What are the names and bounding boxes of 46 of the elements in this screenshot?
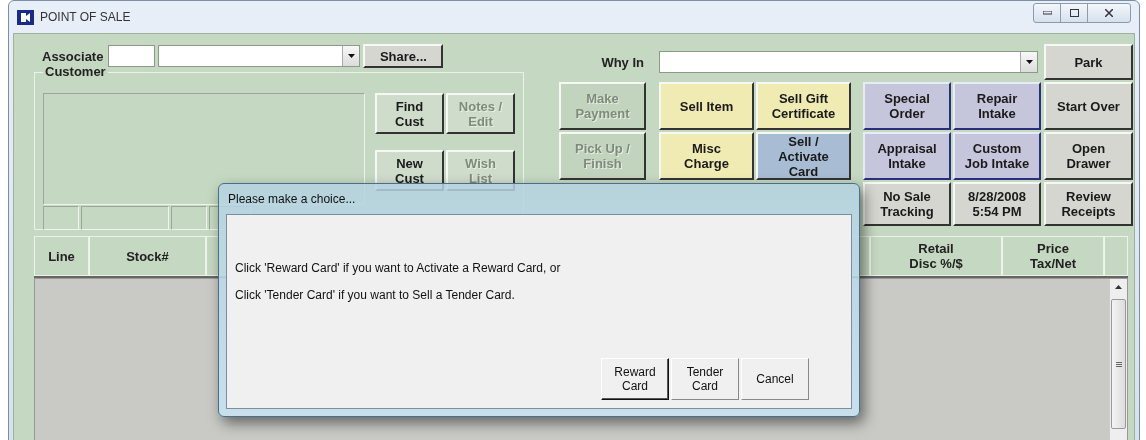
app-logo-icon xyxy=(17,9,34,25)
action-button[interactable]: Repair Intake xyxy=(953,82,1041,130)
side-action-button[interactable]: Open Drawer xyxy=(1044,132,1133,180)
side-action-button[interactable]: Review Receipts xyxy=(1044,182,1133,226)
associate-id-field[interactable] xyxy=(108,45,156,67)
action-button[interactable]: Misc Charge xyxy=(659,132,754,180)
minimize-icon xyxy=(1042,11,1052,15)
action-button[interactable]: Sell Item xyxy=(659,82,754,130)
maximize-button[interactable] xyxy=(1060,3,1088,23)
column-header: Stock# xyxy=(89,236,206,276)
side-action-button[interactable]: Start Over xyxy=(1044,82,1133,130)
action-button[interactable]: Appraisal Intake xyxy=(863,132,951,180)
column-header-blank xyxy=(1104,236,1128,276)
action-button[interactable]: Special Order xyxy=(863,82,951,130)
close-button[interactable] xyxy=(1087,3,1131,23)
column-header: Line xyxy=(34,236,89,276)
customer-status-cell xyxy=(171,206,207,230)
column-header: Price Tax/Net xyxy=(1002,236,1104,276)
associate-label: Associate xyxy=(41,48,105,64)
customer-action-button[interactable]: Find Cust xyxy=(375,93,444,134)
action-button[interactable]: 8/28/2008 5:54 PM xyxy=(953,182,1041,226)
customer-group-title: Customer xyxy=(43,64,108,79)
column-header: Retail Disc %/$ xyxy=(870,236,1002,276)
dialog-message: Click 'Reward Card' if you want to Activate a Reward Card, or xyxy=(235,261,561,275)
maximize-icon xyxy=(1069,9,1079,17)
action-button[interactable]: Custom Job Intake xyxy=(953,132,1041,180)
action-button[interactable]: No Sale Tracking xyxy=(863,182,951,226)
dropdown-arrow-icon[interactable] xyxy=(347,54,355,58)
action-button[interactable]: Sell / Activate Card xyxy=(756,132,851,180)
window-title: POINT OF SALE xyxy=(40,10,131,24)
close-icon xyxy=(1105,9,1113,17)
scroll-up-icon[interactable] xyxy=(1115,285,1122,289)
dialog-button[interactable]: Reward Card xyxy=(601,358,669,400)
share-button[interactable]: Share... xyxy=(363,44,444,68)
dialog-message: Click 'Tender Card' if you want to Sell a Tender Card. xyxy=(235,288,515,302)
vertical-scrollbar[interactable] xyxy=(1109,279,1127,440)
dialog-button[interactable]: Tender Card xyxy=(671,358,739,400)
side-action-button[interactable]: Park xyxy=(1044,44,1133,80)
dialog-button[interactable]: Cancel xyxy=(741,358,809,400)
why-in-label: Why In xyxy=(600,54,645,70)
customer-status-cell xyxy=(43,206,79,230)
grip-icon xyxy=(1115,361,1122,367)
action-button[interactable]: Sell Gift Certificate xyxy=(756,82,851,130)
dialog-title: Please make a choice... xyxy=(227,191,357,208)
scroll-thumb[interactable] xyxy=(1111,299,1126,429)
dropdown-arrow-icon[interactable] xyxy=(1025,60,1033,64)
